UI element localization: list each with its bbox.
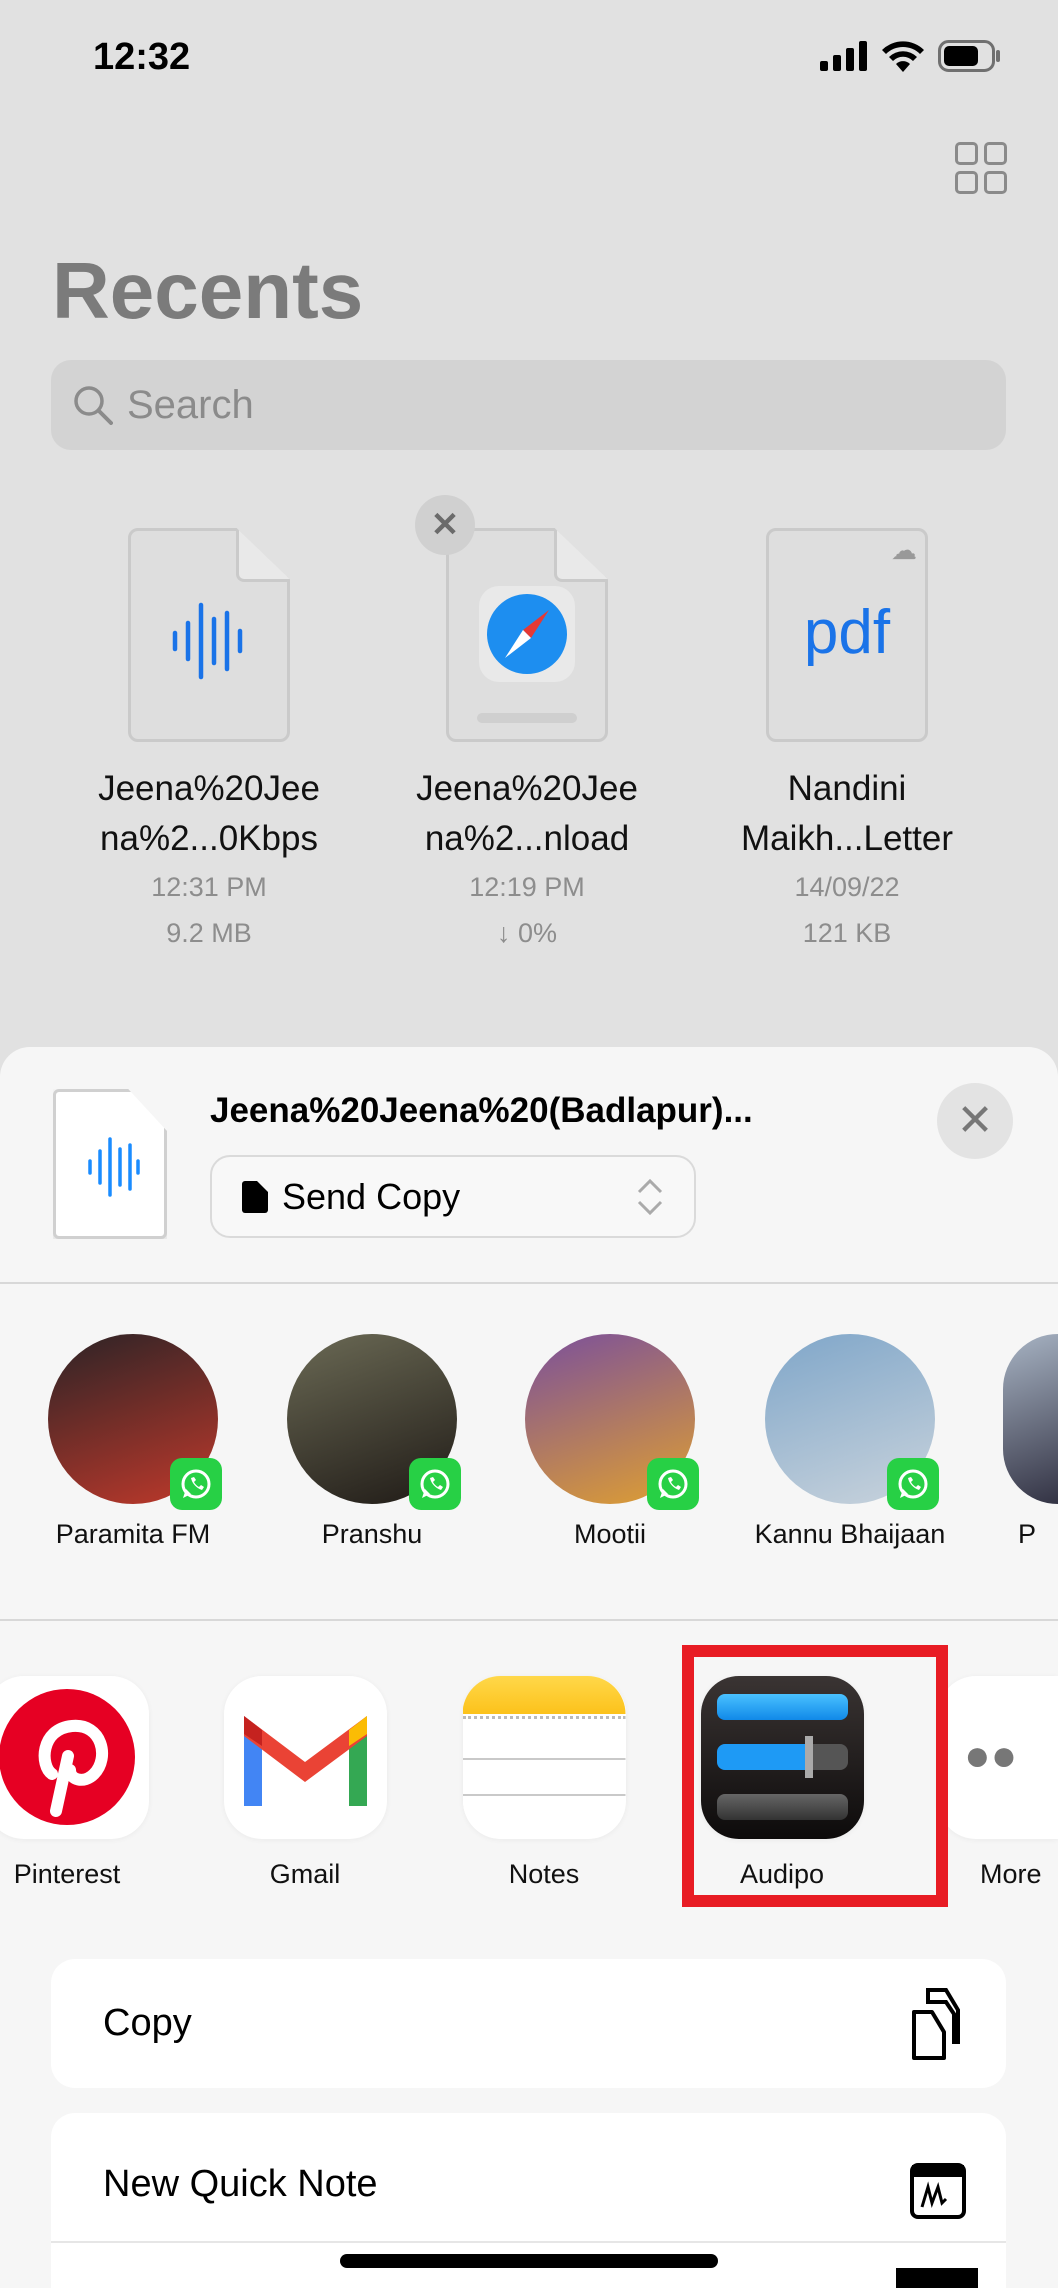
- contact-mootii[interactable]: Mootii: [500, 1334, 720, 1551]
- file-date: 14/09/22: [794, 872, 900, 902]
- close-button[interactable]: ✕: [937, 1083, 1013, 1159]
- file-date: 12:19 PM: [469, 872, 585, 902]
- download-progress: ↓ 0%: [496, 918, 558, 948]
- contact-name: Mootii: [573, 1519, 647, 1549]
- status-time: 12:32: [93, 36, 191, 78]
- file-name: Jeena%20Jee na%2...0Kbps: [98, 769, 320, 858]
- avatar: [1003, 1334, 1058, 1504]
- action-icon-partial: [896, 2268, 978, 2288]
- divider: [0, 1282, 1058, 1284]
- search-input[interactable]: Search: [51, 360, 1006, 450]
- battery-icon: [938, 40, 1000, 72]
- status-icons: [820, 40, 1002, 72]
- contact-kannu-bhaijaan[interactable]: Kannu Bhaijaan: [740, 1334, 960, 1551]
- app-name: Pinterest: [13, 1859, 121, 1889]
- file-name: Nandini Maikh...Letter: [740, 769, 954, 858]
- file-item[interactable]: Jeena%20Jee na%2...0Kbps 12:31 PM 9.2 MB: [59, 528, 359, 956]
- contact-pranshu[interactable]: Pranshu: [262, 1334, 482, 1551]
- app-notes[interactable]: Notes: [444, 1676, 644, 1890]
- copy-icon: [912, 1987, 960, 2060]
- cancel-download-button[interactable]: ✕: [415, 495, 475, 555]
- whatsapp-icon: [647, 1458, 699, 1510]
- document-icon: [242, 1180, 268, 1213]
- search-placeholder: Search: [127, 382, 254, 427]
- file-item[interactable]: Jeena%20Jee na%2...nload 12:19 PM ↓ 0%: [377, 528, 677, 956]
- grid-view-button[interactable]: [955, 142, 1007, 194]
- notes-icon: [462, 1676, 626, 1839]
- file-name: Jeena%20Jee na%2...nload: [416, 769, 638, 858]
- send-mode-selector[interactable]: Send Copy: [210, 1155, 696, 1238]
- highlight-box: [682, 1645, 948, 1907]
- file-date: 12:31 PM: [151, 872, 267, 902]
- gmail-icon: [243, 1716, 367, 1806]
- app-gmail[interactable]: Gmail: [205, 1676, 405, 1890]
- whatsapp-icon: [887, 1458, 939, 1510]
- home-indicator[interactable]: [340, 2254, 718, 2268]
- contact-p[interactable]: P: [978, 1334, 1058, 1551]
- quick-note-icon: [910, 2163, 966, 2219]
- action-label: Copy: [103, 2002, 192, 2044]
- avatar: [765, 1334, 939, 1510]
- search-icon: [74, 386, 113, 425]
- chevron-up-down-icon: [637, 1178, 663, 1215]
- contact-name: Kannu Bhaijaan: [754, 1519, 946, 1549]
- cellular-signal-icon: [820, 41, 867, 71]
- shared-file-title: Jeena%20Jeena%20(Badlapur)...: [210, 1091, 753, 1130]
- contact-name: Pranshu: [321, 1519, 423, 1549]
- more-icon: ●●: [964, 1731, 1018, 1780]
- audio-waveform-icon: [131, 601, 287, 686]
- action-copy[interactable]: Copy: [51, 1959, 1006, 2088]
- page-title: Recents: [52, 246, 364, 335]
- safari-icon: [449, 586, 605, 723]
- file-size: 9.2 MB: [166, 918, 252, 948]
- app-name: Notes: [508, 1859, 580, 1889]
- avatar: [48, 1334, 222, 1510]
- contact-name: P: [1018, 1519, 1037, 1549]
- icloud-download-icon: ☁: [891, 535, 917, 565]
- send-mode-label: Send Copy: [282, 1175, 461, 1217]
- pdf-icon: pdf: [803, 598, 891, 667]
- wifi-icon: [882, 41, 924, 72]
- app-pinterest[interactable]: Pinterest: [0, 1676, 167, 1890]
- contact-name: Paramita FM: [55, 1519, 211, 1549]
- whatsapp-icon: [170, 1458, 222, 1510]
- divider: [51, 2241, 1006, 2243]
- audio-waveform-icon: [88, 1137, 140, 1197]
- action-label: New Quick Note: [103, 2163, 378, 2205]
- avatar: [525, 1334, 699, 1510]
- divider: [0, 1619, 1058, 1621]
- avatar: [287, 1334, 461, 1510]
- app-name: Gmail: [269, 1859, 341, 1889]
- file-item[interactable]: ☁ pdf Nandini Maikh...Letter 14/09/22 121 …: [697, 528, 997, 956]
- contact-paramita-fm[interactable]: Paramita FM: [23, 1334, 243, 1551]
- pinterest-icon: [0, 1689, 135, 1825]
- whatsapp-icon: [409, 1458, 461, 1510]
- file-size: 121 KB: [802, 918, 892, 948]
